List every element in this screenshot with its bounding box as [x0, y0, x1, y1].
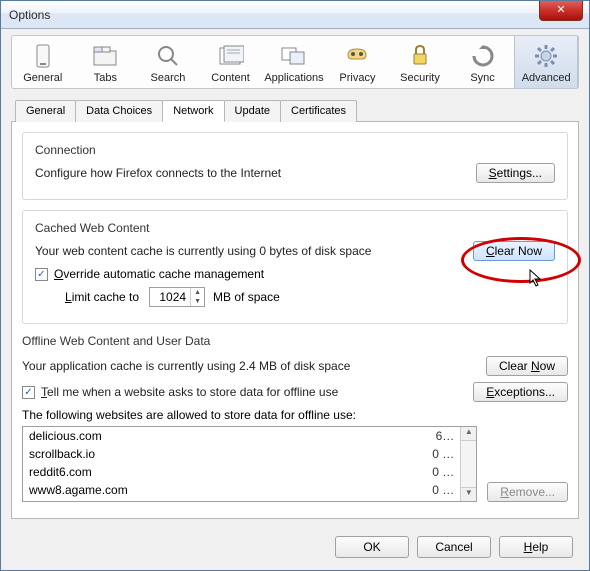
toolbar-security[interactable]: Security	[389, 36, 452, 88]
toolbar-search[interactable]: Search	[137, 36, 200, 88]
toolbar-sync-label: Sync	[454, 72, 512, 84]
general-icon	[14, 42, 72, 70]
tab-update[interactable]: Update	[224, 100, 281, 122]
toolbar-advanced-label: Advanced	[517, 72, 575, 84]
search-icon	[139, 42, 197, 70]
list-item[interactable]: scrollback.io0 …	[23, 445, 460, 463]
security-icon	[391, 42, 449, 70]
window-title: Options	[9, 8, 50, 22]
toolbar-privacy-label: Privacy	[329, 72, 387, 84]
toolbar-applications-label: Applications	[264, 72, 323, 84]
remove-button[interactable]: Remove...	[487, 482, 568, 502]
toolbar-general[interactable]: General	[12, 36, 75, 88]
connection-title: Connection	[35, 143, 555, 157]
toolbar-search-label: Search	[139, 72, 197, 84]
clear-now-offline-button[interactable]: Clear Now	[486, 356, 568, 376]
category-toolbar: General Tabs Search Content	[11, 35, 579, 89]
limit-cache-value: 1024	[150, 290, 190, 304]
toolbar-advanced[interactable]: Advanced	[514, 36, 578, 88]
cached-usage: Your web content cache is currently usin…	[35, 244, 473, 258]
ok-button[interactable]: OK	[335, 536, 409, 558]
tab-data-choices[interactable]: Data Choices	[75, 100, 163, 122]
cached-group: Cached Web Content Your web content cach…	[22, 210, 568, 324]
offline-usage: Your application cache is currently usin…	[22, 359, 486, 373]
sync-icon	[454, 42, 512, 70]
list-item[interactable]: reddit6.com0 …	[23, 463, 460, 481]
toolbar-privacy[interactable]: Privacy	[327, 36, 390, 88]
spin-down-icon[interactable]: ▼	[190, 297, 204, 306]
toolbar-content-label: Content	[202, 72, 260, 84]
tab-general[interactable]: General	[15, 100, 76, 122]
applications-icon	[264, 42, 323, 70]
settings-button[interactable]: Settings...	[476, 163, 555, 183]
tellme-checkbox[interactable]: ✓	[22, 386, 35, 399]
list-scrollbar[interactable]: ▲ ▼	[460, 427, 476, 501]
list-item[interactable]: delicious.com6…	[23, 427, 460, 445]
spin-up-icon[interactable]: ▲	[190, 288, 204, 297]
limit-spinner[interactable]: ▲▼	[190, 288, 204, 306]
scroll-down-icon[interactable]: ▼	[461, 487, 476, 501]
connection-desc: Configure how Firefox connects to the In…	[35, 166, 476, 180]
limit-label: Limit cache to	[65, 290, 139, 304]
toolbar-tabs-label: Tabs	[77, 72, 135, 84]
toolbar-security-label: Security	[391, 72, 449, 84]
limit-suffix: MB of space	[213, 290, 280, 304]
toolbar-content[interactable]: Content	[200, 36, 263, 88]
toolbar-general-label: General	[14, 72, 72, 84]
allowed-label: The following websites are allowed to st…	[22, 408, 568, 422]
exceptions-button[interactable]: Exceptions...	[473, 382, 568, 402]
dialog-buttons: OK Cancel Help	[335, 536, 573, 558]
help-button[interactable]: Help	[499, 536, 573, 558]
content-area: General Tabs Search Content	[1, 29, 589, 529]
privacy-icon	[329, 42, 387, 70]
toolbar-applications[interactable]: Applications	[262, 36, 326, 88]
offline-group: Offline Web Content and User Data Your a…	[22, 334, 568, 502]
scroll-up-icon[interactable]: ▲	[461, 427, 476, 441]
content-icon	[202, 42, 260, 70]
cached-title: Cached Web Content	[35, 221, 555, 235]
toolbar-tabs[interactable]: Tabs	[75, 36, 138, 88]
toolbar-sync[interactable]: Sync	[452, 36, 515, 88]
override-checkbox[interactable]: ✓	[35, 268, 48, 281]
offline-sites-listbox[interactable]: delicious.com6… scrollback.io0 … reddit6…	[22, 426, 477, 502]
tab-network[interactable]: Network	[162, 100, 224, 122]
close-button[interactable]: ✕	[539, 1, 583, 21]
clear-now-cached-button[interactable]: Clear Now	[473, 241, 555, 261]
override-label: Override automatic cache management	[54, 267, 264, 281]
tellme-label: Tell me when a website asks to store dat…	[41, 385, 338, 399]
list-item[interactable]: www8.agame.com0 …	[23, 481, 460, 499]
tab-certificates[interactable]: Certificates	[280, 100, 357, 122]
network-panel: Connection Configure how Firefox connect…	[11, 122, 579, 519]
titlebar: Options ✕	[1, 1, 589, 29]
options-window: Options ✕ General Tabs Search	[0, 0, 590, 571]
offline-title: Offline Web Content and User Data	[22, 334, 568, 348]
connection-group: Connection Configure how Firefox connect…	[22, 132, 568, 200]
gear-icon	[517, 42, 575, 70]
subtabs: General Data Choices Network Update Cert…	[11, 99, 579, 122]
limit-cache-input[interactable]: 1024 ▲▼	[149, 287, 205, 307]
tabs-icon	[77, 42, 135, 70]
cancel-button[interactable]: Cancel	[417, 536, 491, 558]
